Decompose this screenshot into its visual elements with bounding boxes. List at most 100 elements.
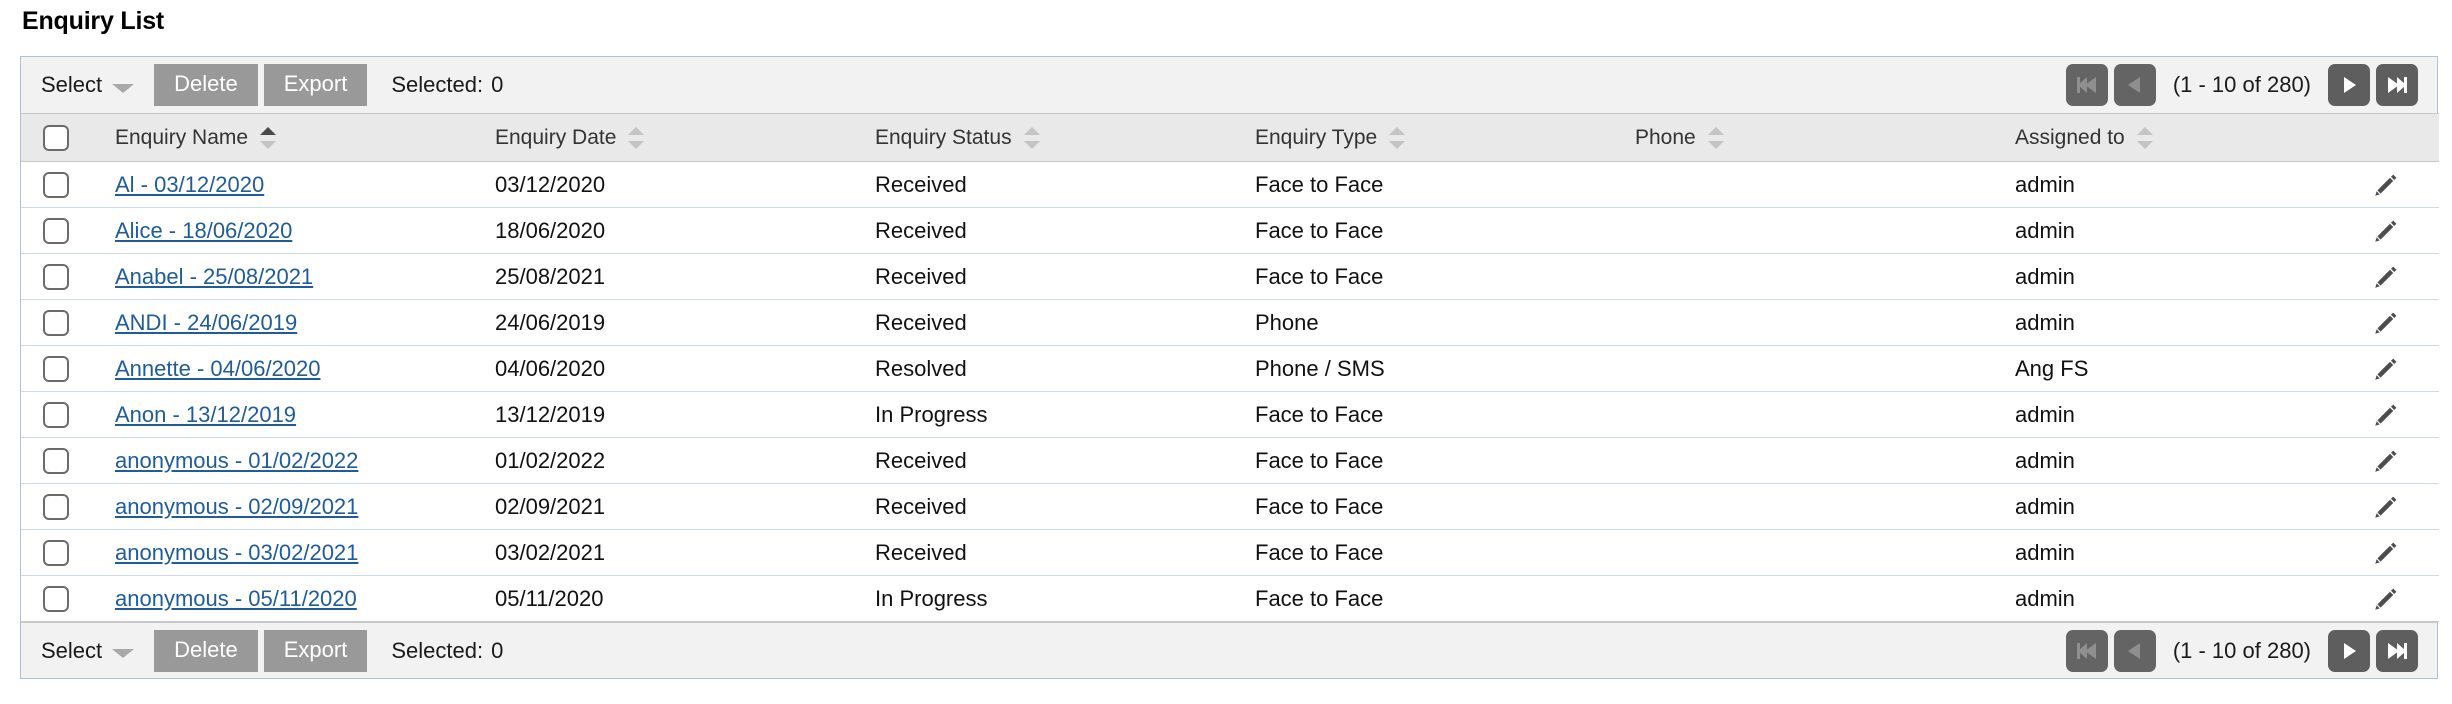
row-checkbox[interactable]: [43, 448, 69, 475]
sort-icon-enquiry-status[interactable]: [1023, 126, 1040, 150]
enquiry-name-link[interactable]: Anon - 13/12/2019: [115, 402, 296, 427]
pencil-icon[interactable]: [2373, 172, 2399, 198]
cell-edit: [2373, 207, 2439, 254]
row-checkbox[interactable]: [43, 540, 69, 567]
row-checkbox[interactable]: [43, 586, 69, 613]
header-enquiry-name[interactable]: Enquiry Name: [93, 113, 473, 162]
cell-enquiry-type: Phone: [1233, 299, 1613, 346]
cell-edit: [2373, 161, 2439, 208]
header-assigned-to[interactable]: Assigned to: [1993, 113, 2373, 162]
enquiry-name-link[interactable]: ANDI - 24/06/2019: [115, 310, 297, 335]
cell-phone: [1613, 207, 1993, 254]
enquiry-name-link[interactable]: Anabel - 25/08/2021: [115, 264, 313, 289]
row-checkbox[interactable]: [43, 218, 69, 245]
export-button-top[interactable]: Export: [263, 64, 368, 106]
previous-page-button-bottom[interactable]: [2113, 629, 2156, 672]
page-title: Enquiry List: [22, 7, 165, 35]
row-select-cell: [21, 391, 93, 438]
cell-enquiry-name: Al - 03/12/2020: [93, 161, 473, 208]
cell-phone: [1613, 483, 1993, 530]
last-page-button-top[interactable]: [2376, 64, 2418, 106]
export-button-bottom[interactable]: Export: [263, 629, 368, 672]
row-checkbox[interactable]: [43, 494, 69, 521]
row-checkbox[interactable]: [43, 264, 69, 291]
enquiry-status-value: Received: [875, 309, 967, 335]
sort-icon-assigned-to[interactable]: [2136, 126, 2153, 150]
cell-phone: [1613, 575, 1993, 622]
pencil-icon[interactable]: [2373, 218, 2399, 244]
row-checkbox[interactable]: [43, 172, 69, 199]
row-checkbox[interactable]: [43, 402, 69, 429]
header-enquiry-type[interactable]: Enquiry Type: [1233, 113, 1613, 162]
cell-enquiry-status: Received: [853, 207, 1233, 254]
enquiry-status-value: Received: [875, 217, 967, 243]
enquiry-name-link[interactable]: anonymous - 05/11/2020: [115, 586, 357, 611]
cell-enquiry-type: Face to Face: [1233, 253, 1613, 300]
enquiry-name-link[interactable]: Annette - 04/06/2020: [115, 356, 321, 381]
delete-button-bottom[interactable]: Delete: [154, 629, 258, 672]
table-row: Alice - 18/06/2020 18/06/2020 Received Face…: [21, 207, 2439, 254]
first-page-button-bottom[interactable]: [2065, 629, 2108, 672]
cell-assigned-to: admin: [1993, 253, 2373, 300]
delete-button-top[interactable]: Delete: [154, 64, 258, 106]
sort-icon-enquiry-date[interactable]: [628, 126, 645, 150]
cell-phone: [1613, 161, 1993, 208]
cell-enquiry-date: 18/06/2020: [473, 207, 853, 254]
cell-assigned-to: admin: [1993, 529, 2373, 576]
enquiry-name-link[interactable]: Alice - 18/06/2020: [115, 218, 292, 243]
table-row: Anabel - 25/08/2021 25/08/2021 Received Fac…: [21, 253, 2439, 300]
assigned-to-value: admin: [2015, 217, 2075, 243]
cell-enquiry-status: Received: [853, 437, 1233, 484]
pagination-range-bottom: (1 - 10 of 280): [2172, 637, 2311, 663]
selected-count-top: Selected: 0: [391, 72, 503, 98]
enquiry-name-link[interactable]: Al - 03/12/2020: [115, 172, 264, 197]
row-checkbox[interactable]: [43, 356, 69, 383]
cell-phone: [1613, 437, 1993, 484]
toolbar-bottom: Select Delete Export Selected: 0 (1 - 10…: [21, 622, 2437, 678]
pencil-icon[interactable]: [2373, 310, 2399, 336]
cell-phone: [1613, 299, 1993, 346]
previous-page-icon: [2127, 77, 2140, 93]
cell-enquiry-date: 03/02/2021: [473, 529, 853, 576]
sort-icon-enquiry-name[interactable]: [260, 126, 277, 150]
enquiry-name-link[interactable]: anonymous - 01/02/2022: [115, 448, 358, 473]
pencil-icon[interactable]: [2373, 356, 2399, 382]
header-enquiry-date[interactable]: Enquiry Date: [473, 113, 853, 162]
cell-assigned-to: admin: [1993, 391, 2373, 438]
cell-phone: [1613, 253, 1993, 300]
first-page-button-top[interactable]: [2065, 64, 2108, 106]
cell-enquiry-type: Face to Face: [1233, 437, 1613, 484]
pencil-icon[interactable]: [2373, 448, 2399, 474]
header-phone[interactable]: Phone: [1613, 113, 1993, 162]
pencil-icon[interactable]: [2373, 402, 2399, 428]
pencil-icon[interactable]: [2373, 494, 2399, 520]
select-dropdown-bottom[interactable]: Select: [41, 637, 135, 663]
select-dropdown-label-bottom: Select: [41, 637, 103, 663]
sort-icon-phone[interactable]: [1707, 126, 1724, 150]
enquiry-date-value: 03/12/2020: [495, 171, 606, 197]
assigned-to-value: admin: [2015, 493, 2075, 519]
assigned-to-value: admin: [2015, 401, 2075, 427]
sort-icon-enquiry-type[interactable]: [1389, 126, 1406, 150]
enquiry-name-link[interactable]: anonymous - 02/09/2021: [115, 494, 358, 519]
enquiry-date-value: 18/06/2020: [495, 217, 606, 243]
pencil-icon[interactable]: [2373, 540, 2399, 566]
enquiry-name-link[interactable]: anonymous - 03/02/2021: [115, 540, 358, 565]
pencil-icon[interactable]: [2373, 586, 2399, 612]
next-page-button-bottom[interactable]: [2328, 629, 2370, 672]
previous-page-button-top[interactable]: [2113, 64, 2156, 106]
header-enquiry-status-label: Enquiry Status: [875, 125, 1012, 149]
table-row: Anon - 13/12/2019 13/12/2019 In Progress Fa…: [21, 391, 2439, 438]
header-enquiry-status[interactable]: Enquiry Status: [853, 113, 1233, 162]
cell-enquiry-status: Received: [853, 483, 1233, 530]
select-all-checkbox[interactable]: [43, 124, 69, 151]
last-page-button-bottom[interactable]: [2376, 629, 2418, 672]
skip-to-last-icon: [2388, 77, 2407, 93]
row-checkbox[interactable]: [43, 310, 69, 337]
cell-phone: [1613, 345, 1993, 392]
header-row: Enquiry Name Enquiry Date Enquiry Status: [21, 113, 2439, 162]
select-dropdown-top[interactable]: Select: [41, 74, 135, 96]
cell-edit: [2373, 345, 2439, 392]
pencil-icon[interactable]: [2373, 264, 2399, 290]
next-page-button-top[interactable]: [2328, 64, 2370, 106]
